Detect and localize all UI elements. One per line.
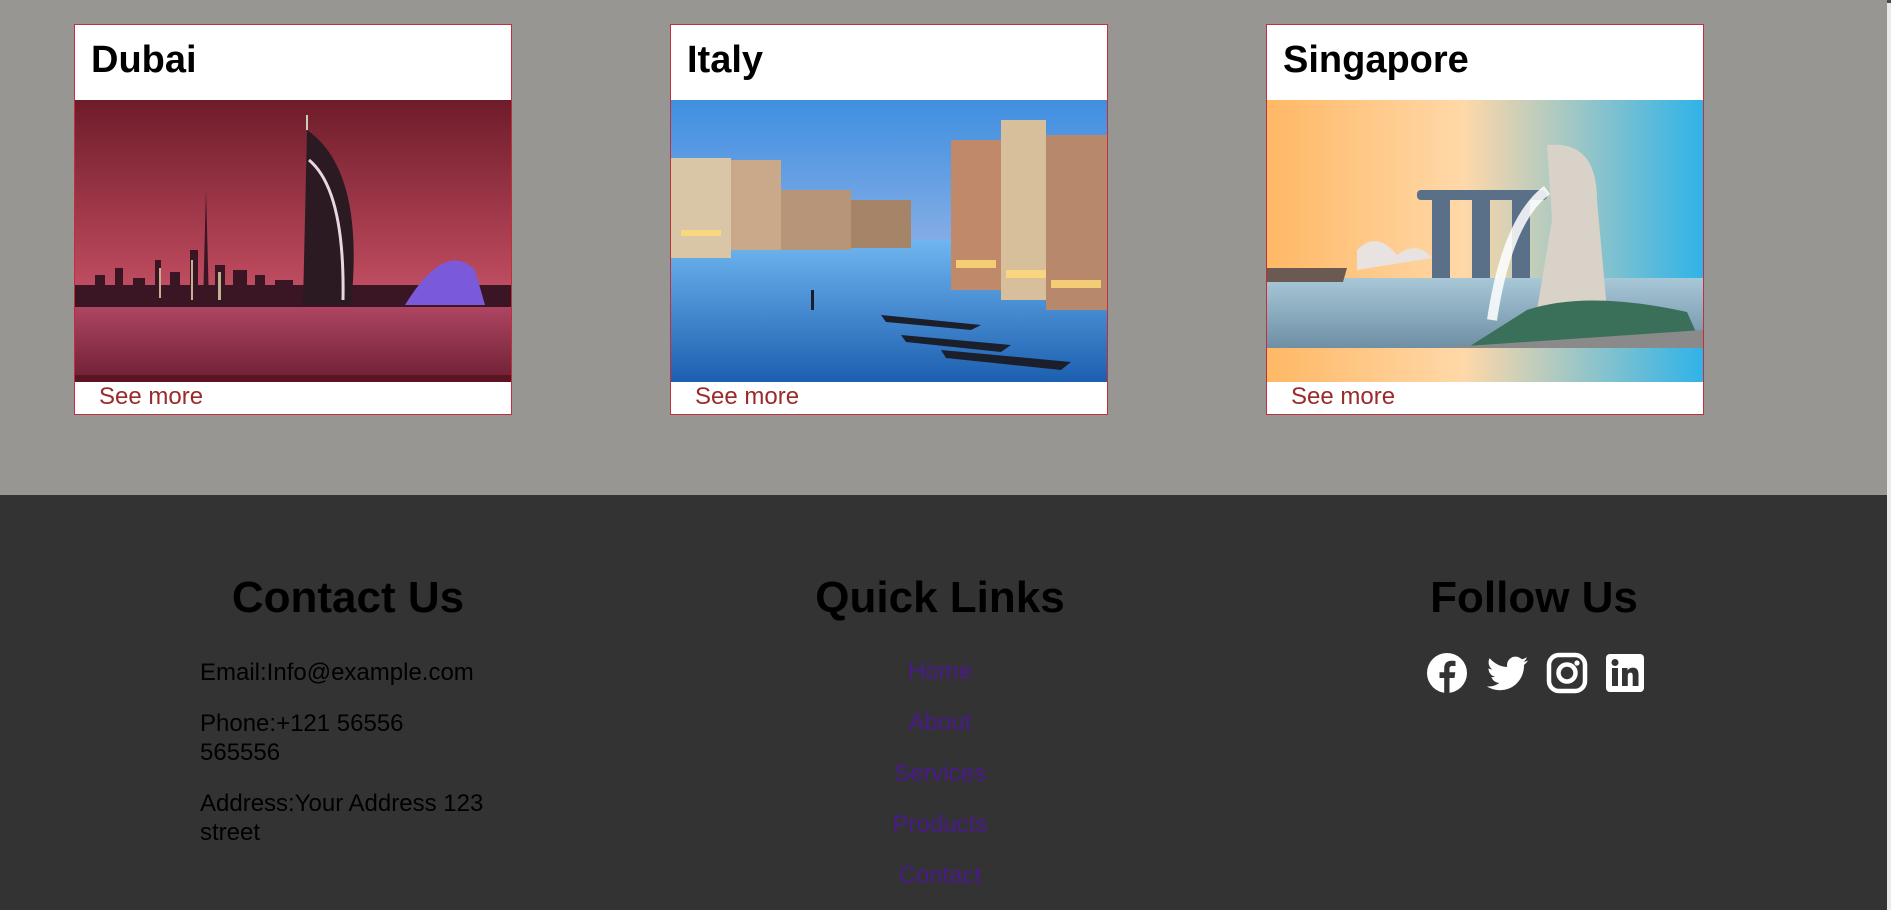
card-singapore[interactable]: Singapore See more	[1266, 24, 1704, 415]
destinations-section: Dubai See more Italy See more Singapore …	[0, 0, 1887, 495]
contact-us-heading: Contact Us	[231, 573, 465, 622]
card-title: Dubai	[91, 39, 197, 81]
see-more-link[interactable]: See more	[695, 383, 799, 411]
instagram-icon[interactable]	[1546, 652, 1588, 694]
contact-address-line2: street	[200, 819, 261, 846]
quick-link-home[interactable]: Home	[790, 658, 1090, 686]
venice-canal-image	[671, 100, 1107, 382]
card-title: Singapore	[1283, 39, 1469, 81]
follow-us-heading: Follow Us	[1430, 573, 1638, 622]
card-dubai[interactable]: Dubai See more	[74, 24, 512, 415]
quick-link-services[interactable]: Services	[790, 760, 1090, 788]
card-title: Italy	[687, 39, 764, 81]
twitter-icon[interactable]	[1487, 652, 1529, 694]
quick-links-heading: Quick Links	[815, 573, 1065, 622]
dubai-skyline-image	[75, 100, 511, 382]
contact-email: Email:Info@example.com	[200, 659, 474, 686]
contact-phone-line2: 565556	[200, 739, 281, 766]
quick-link-contact[interactable]: Contact	[790, 862, 1090, 890]
quick-link-about[interactable]: About	[790, 709, 1090, 737]
footer	[0, 495, 1887, 910]
singapore-merlion-image	[1267, 100, 1703, 382]
quick-link-products[interactable]: Products	[790, 811, 1090, 839]
see-more-link[interactable]: See more	[99, 383, 203, 411]
see-more-link[interactable]: See more	[1291, 383, 1395, 411]
facebook-icon[interactable]	[1426, 652, 1468, 694]
linkedin-icon[interactable]	[1604, 652, 1646, 694]
contact-phone-line1: Phone:+121 56556	[200, 710, 404, 737]
contact-address-line1: Address:Your Address 123	[200, 790, 484, 817]
scrollbar[interactable]	[1887, 3, 1891, 910]
card-italy[interactable]: Italy See more	[670, 24, 1108, 415]
